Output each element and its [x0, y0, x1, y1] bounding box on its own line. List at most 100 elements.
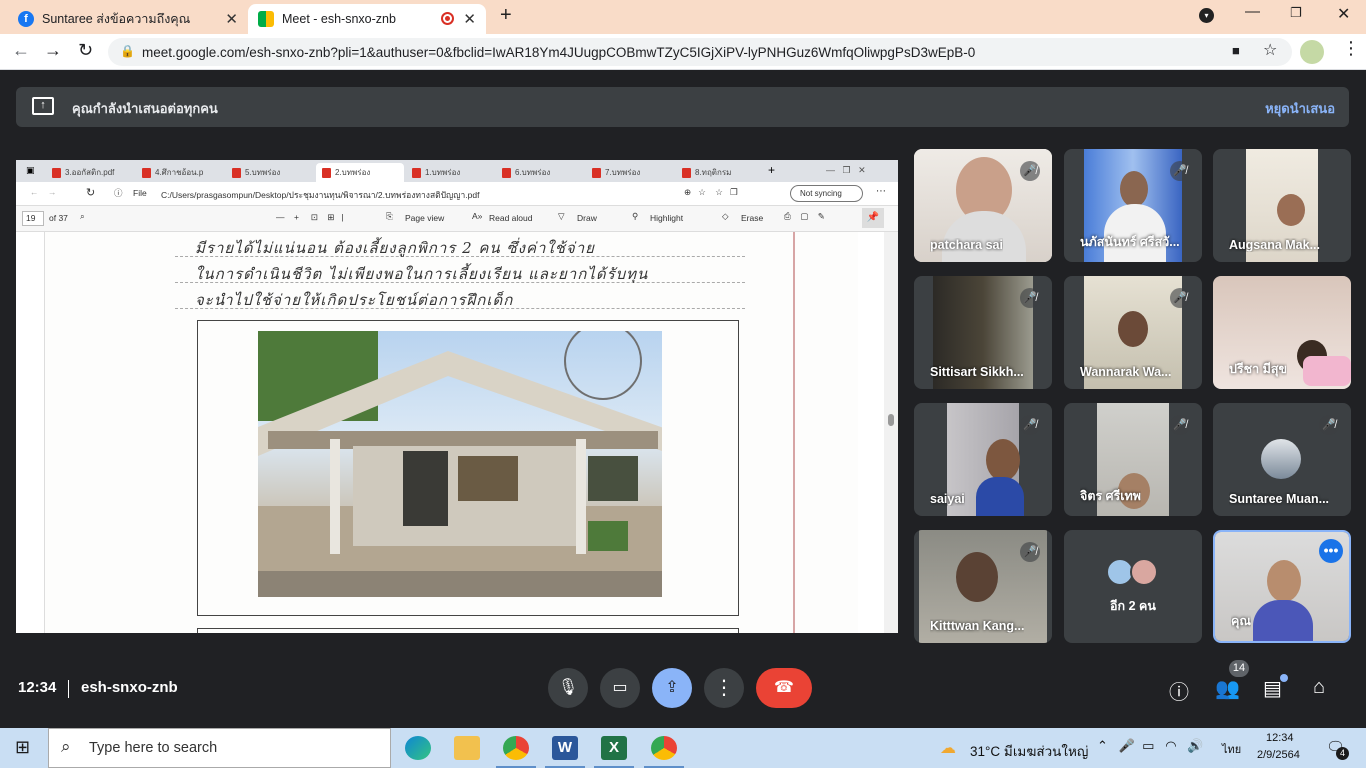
tab-title: Meet - esh-snxo-znb [282, 12, 396, 26]
participant-tile[interactable]: 🎤̸ จิตร ศรีเทพ [1064, 403, 1202, 516]
back-icon[interactable]: ← [12, 40, 30, 61]
leave-call-button[interactable]: ☎ [756, 668, 812, 708]
zoom-icon: ⊕ ☆ ☆ ❐ [684, 187, 738, 197]
google-meet-icon [258, 11, 274, 27]
input-language[interactable]: ไทย [1222, 740, 1241, 758]
file-explorer-icon[interactable] [454, 736, 480, 760]
more-button[interactable]: ⋮ [704, 668, 744, 708]
more-options-icon[interactable]: ••• [1319, 539, 1343, 563]
tab-search-icon[interactable]: ▾ [1199, 8, 1214, 23]
participant-name: Suntaree Muan... [1229, 492, 1330, 506]
excel-icon[interactable]: X [601, 736, 627, 760]
participant-tile[interactable]: 🎤̸ saiyai [914, 403, 1052, 516]
clock-time[interactable]: 12:34 [1266, 732, 1294, 744]
participant-tile[interactable]: ปรีชา มีสุข [1213, 276, 1351, 389]
participant-face [1267, 560, 1301, 602]
zoom-controls: — + ⊡ ⊞ | [276, 212, 344, 222]
chat-icon[interactable]: ▤ [1263, 676, 1282, 701]
pdf-icon [682, 167, 691, 178]
edge-icon[interactable] [405, 736, 431, 760]
tab-meet[interactable]: Meet - esh-snxo-znb ✕ [248, 4, 486, 34]
read-aloud-label: Read aloud [489, 213, 533, 223]
menu-icon[interactable]: ⋮ [1342, 38, 1360, 59]
weather-text[interactable]: 31°C มีเมฆส่วนใหญ่ [970, 740, 1088, 762]
bookmark-star-icon[interactable]: ☆ [1263, 40, 1277, 60]
forward-icon[interactable]: → [44, 40, 62, 61]
margin-line [793, 232, 795, 633]
participant-face [1120, 171, 1148, 207]
participant-tile[interactable]: 🎤̸ Suntaree Muan... [1213, 403, 1351, 516]
weather-icon: ☁ [940, 740, 956, 757]
print-icon: ⎙ ▢ ✎ [784, 211, 825, 221]
shared-tab: 6.บทพร่อง [496, 163, 584, 182]
window-controls: — ❐ ✕ [826, 165, 866, 175]
pdf-icon [52, 167, 61, 178]
participant-face [1118, 311, 1148, 347]
self-tile[interactable]: ••• คุณ [1213, 530, 1351, 643]
chrome-profile-icon[interactable] [651, 736, 677, 760]
participant-tile[interactable]: 🎤̸ patchara sai [914, 149, 1052, 262]
taskbar-search[interactable]: ⌕ Type here to search [48, 728, 391, 768]
chrome-icon[interactable] [503, 736, 529, 760]
participant-name: Kitttwan Kang... [930, 619, 1025, 633]
back-icon: ← → [30, 187, 57, 197]
file-label: File [133, 188, 147, 198]
windows-start-icon[interactable]: ⊞ [15, 737, 30, 758]
camera-button[interactable]: ▭ [600, 668, 640, 708]
draw-label: Draw [577, 213, 597, 223]
participant-tile[interactable]: 🎤̸ Sittisart Sikkh... [914, 276, 1052, 389]
not-syncing-badge: Not syncing [790, 185, 863, 202]
file-path: C:/Users/prasgasompun/Desktop/ประชุมงานท… [161, 190, 480, 200]
present-button[interactable]: ⇪ [652, 668, 692, 708]
microphone-button[interactable]: 🎙 [548, 668, 588, 708]
stop-presenting-button[interactable]: หยุดนำเสนอ [1265, 98, 1335, 119]
participant-tile[interactable]: 🎤̸ นภัสนันทร์ ศรีสวั... [1064, 149, 1202, 262]
pdf-icon [592, 167, 601, 178]
participants-count-badge: 14 [1229, 660, 1249, 677]
more-participants-tile[interactable]: อีก 2 คน [1064, 530, 1202, 643]
close-icon[interactable]: ✕ [463, 10, 476, 28]
info-icon[interactable]: ⓘ [1169, 676, 1189, 705]
clock-date[interactable]: 2/9/2564 [1257, 749, 1300, 761]
draw-icon: ▽ [558, 211, 565, 221]
participant-tile[interactable]: 🎤̸ Wannarak Wa... [1064, 276, 1202, 389]
close-window-icon[interactable]: ✕ [1337, 4, 1350, 24]
handwritten-line: มีรายได้ไม่แน่นอน ต้องเลี้ยงลูกพิการ 2 ค… [195, 239, 595, 257]
participant-tile[interactable]: 🎤̸ Kitttwan Kang... [914, 530, 1052, 643]
avatar [1261, 439, 1301, 479]
more-participants-label: อีก 2 คน [1110, 599, 1156, 613]
minimize-icon[interactable]: — [1245, 3, 1260, 20]
pdf-icon [502, 167, 511, 178]
mic-off-icon: 🎤̸ [1020, 542, 1040, 562]
url-text: meet.google.com/esh-snxo-znb?pli=1&authu… [142, 44, 976, 60]
page-total: of 37 [49, 213, 68, 223]
next-frame [197, 628, 739, 633]
tab-facebook[interactable]: f Suntaree ส่งข้อความถึงคุณ ✕ [8, 4, 248, 34]
handwritten-line: ในการดำเนินชีวิต ไม่เพียงพอในการเลี้ยงเร… [195, 265, 649, 283]
participant-body [1303, 356, 1351, 386]
profile-avatar[interactable] [1300, 40, 1324, 64]
recording-icon [441, 12, 454, 25]
shared-tab: 8.ทฤติกรม [676, 163, 764, 182]
reload-icon: ↻ [86, 187, 96, 199]
new-tab-button[interactable]: + [500, 4, 512, 27]
word-icon[interactable]: W [552, 736, 578, 760]
participant-tile[interactable]: Augsana Mak... [1213, 149, 1351, 262]
camera-icon[interactable]: ■ [1232, 43, 1240, 58]
activities-icon[interactable]: ⌂ [1313, 676, 1325, 699]
tray-icons[interactable]: ⌃ 🎤 ▭ ◠ 🔊 [1097, 738, 1204, 754]
maximize-icon[interactable]: ❐ [1290, 5, 1302, 21]
plus-icon: + [768, 163, 776, 177]
people-icon[interactable]: 👥 [1215, 676, 1240, 701]
meeting-time: 12:34 [18, 679, 57, 696]
participant-face [1277, 194, 1305, 226]
divider [68, 680, 69, 698]
participant-name: จิตร ศรีเทพ [1080, 489, 1142, 503]
shared-tab: 5.บทพร่อง [226, 163, 314, 182]
reload-icon[interactable]: ↻ [78, 40, 93, 61]
highlight-label: Highlight [650, 213, 684, 223]
shared-tab: 4.ศึกาชอ้อน.p [136, 163, 224, 182]
window-icon: ▣ [26, 165, 35, 175]
close-icon[interactable]: ✕ [225, 10, 238, 28]
address-bar[interactable]: 🔒 meet.google.com/esh-snxo-znb?pli=1&aut… [108, 38, 1292, 66]
